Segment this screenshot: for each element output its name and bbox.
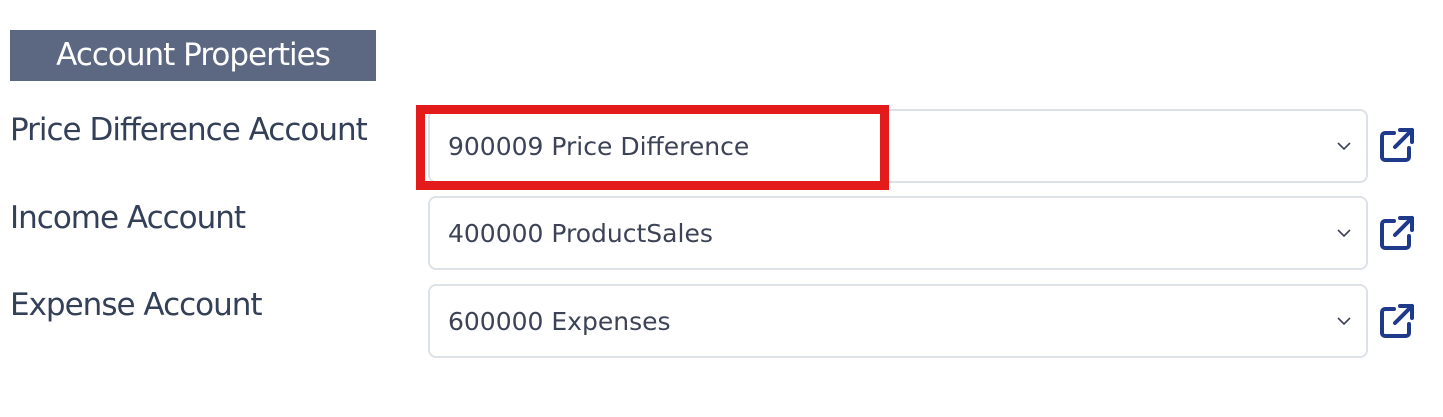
chevron-down-icon <box>1337 142 1351 151</box>
chevron-down-icon <box>1337 317 1351 326</box>
external-link-icon[interactable] <box>1378 126 1416 164</box>
price-difference-account-select[interactable]: 900009 Price Difference <box>428 109 1368 183</box>
chevron-down-icon <box>1337 229 1351 238</box>
expense-account-value: 600000 Expenses <box>448 307 671 336</box>
section-title: Account Properties <box>10 30 376 81</box>
external-link-icon[interactable] <box>1378 214 1416 252</box>
expense-account-select[interactable]: 600000 Expenses <box>428 284 1368 358</box>
income-account-value: 400000 ProductSales <box>448 219 713 248</box>
income-account-label: Income Account <box>10 200 246 236</box>
expense-account-label: Expense Account <box>10 287 263 323</box>
price-difference-account-value: 900009 Price Difference <box>448 132 750 161</box>
external-link-icon[interactable] <box>1378 302 1416 340</box>
price-difference-account-label: Price Difference Account <box>10 112 368 148</box>
income-account-select[interactable]: 400000 ProductSales <box>428 196 1368 270</box>
